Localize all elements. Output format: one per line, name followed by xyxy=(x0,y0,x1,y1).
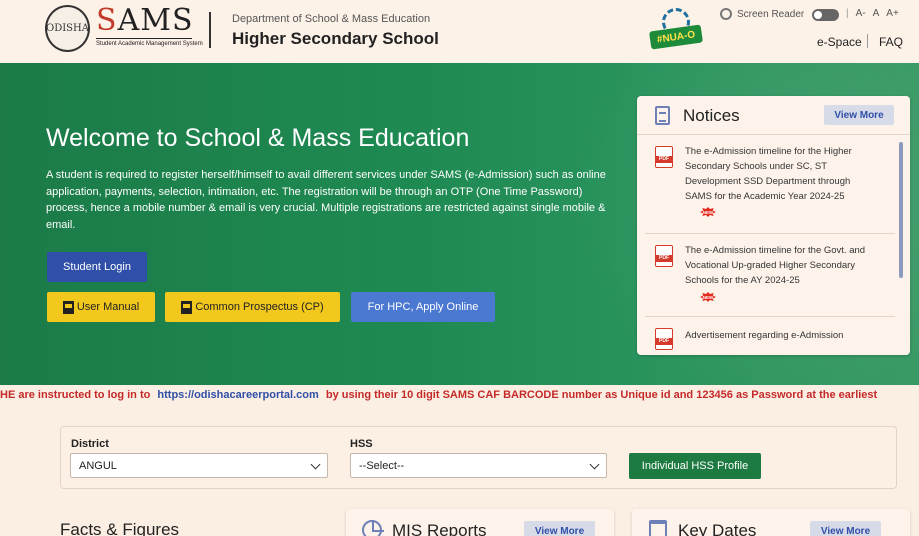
nuao-logo: #NUA-O xyxy=(649,8,703,50)
pdf-icon xyxy=(181,300,193,314)
hero-title: Welcome to School & Mass Education xyxy=(46,124,470,152)
department-name: Department of School & Mass Education xyxy=(232,13,431,25)
notice-item[interactable]: The e-Admission timeline for the Higher … xyxy=(645,138,895,234)
logo-s: S xyxy=(96,3,118,38)
announcement-marquee: HE are instructed to log in to https://o… xyxy=(0,389,919,403)
site-header: ODISHA SAMS Student Academic Management … xyxy=(0,0,919,63)
individual-hss-profile-button[interactable]: Individual HSS Profile xyxy=(629,453,761,479)
document-icon xyxy=(655,106,670,125)
header-divider xyxy=(209,12,211,48)
chart-icon xyxy=(362,520,384,536)
new-badge: NEW xyxy=(700,207,716,217)
notices-panel: Notices View More The e-Admission timeli… xyxy=(637,96,910,355)
common-prospectus-button[interactable]: Common Prospectus (CP) xyxy=(165,292,340,322)
key-dates-card: Key Dates View More xyxy=(632,509,910,536)
pdf-icon xyxy=(655,328,673,350)
pdf-icon xyxy=(655,146,673,168)
notices-title: Notices xyxy=(683,106,740,125)
hss-label: HSS xyxy=(350,438,373,450)
notice-text: The e-Admission timeline for the Higher … xyxy=(685,146,852,202)
notice-text: Advertisement regarding e-Admission xyxy=(685,330,844,341)
calendar-icon xyxy=(649,520,667,536)
emblem-icon: ODISHA xyxy=(45,5,90,52)
hss-profile-label: Individual HSS Profile xyxy=(641,460,749,472)
font-size-controls: | A- A A+ xyxy=(846,8,899,19)
notice-item[interactable]: Advertisement regarding e-Admission xyxy=(645,320,895,354)
notices-scrollbar[interactable] xyxy=(899,142,903,278)
facts-figures-title: Facts & Figures xyxy=(60,520,180,536)
district-label: District xyxy=(71,438,109,450)
user-manual-button[interactable]: User Manual xyxy=(47,292,155,322)
screen-reader-toggle[interactable] xyxy=(812,9,839,21)
pdf-icon xyxy=(62,300,74,314)
hss-select[interactable]: --Select-- xyxy=(350,453,607,478)
logo-rest: AMS xyxy=(117,3,194,38)
hpc-apply-label: For HPC, Apply Online xyxy=(367,301,479,313)
marquee-text-before: HE are instructed to log in to xyxy=(0,389,151,401)
marquee-text-after: by using their 10 digit SAMS CAF BARCODE… xyxy=(325,389,878,401)
nuao-label: #NUA-O xyxy=(649,24,703,50)
logo-subtitle: Student Academic Management System xyxy=(96,38,203,47)
student-login-label: Student Login xyxy=(63,261,131,273)
font-normal-button[interactable]: A xyxy=(873,8,880,19)
hpc-apply-button[interactable]: For HPC, Apply Online xyxy=(351,292,495,322)
mis-reports-title: MIS Reports xyxy=(392,521,487,536)
notices-view-more-button[interactable]: View More xyxy=(824,105,894,125)
user-manual-label: User Manual xyxy=(76,301,140,313)
career-portal-link[interactable]: https://odishacareerportal.com xyxy=(157,389,318,401)
new-badge: NEW xyxy=(700,292,716,302)
district-value: ANGUL xyxy=(79,459,117,472)
notice-text: The e-Admission timeline for the Govt. a… xyxy=(685,245,866,286)
notice-item[interactable]: The e-Admission timeline for the Govt. a… xyxy=(645,237,895,317)
mis-reports-card: MIS Reports View More xyxy=(346,509,614,536)
screen-reader-icon xyxy=(720,8,732,20)
emblem-text: ODISHA xyxy=(46,23,89,34)
hero-intro: A student is required to register hersel… xyxy=(46,169,606,231)
student-login-button[interactable]: Student Login xyxy=(47,252,147,282)
district-select[interactable]: ANGUL xyxy=(70,453,328,478)
chevron-down-icon xyxy=(589,459,600,470)
notices-header: Notices View More xyxy=(637,96,910,135)
pdf-icon xyxy=(655,245,673,267)
key-dates-title: Key Dates xyxy=(678,521,757,536)
font-sep: | xyxy=(846,8,849,19)
logo-text: SAMS xyxy=(96,3,194,38)
school-type-title: Higher Secondary School xyxy=(232,29,439,48)
key-dates-view-more-button[interactable]: View More xyxy=(810,521,881,536)
chevron-down-icon xyxy=(310,459,321,470)
hss-filter-panel: District ANGUL HSS --Select-- Individual… xyxy=(60,426,897,489)
font-increase-button[interactable]: A+ xyxy=(886,8,899,19)
font-decrease-button[interactable]: A- xyxy=(856,8,866,19)
espace-link[interactable]: e-Space xyxy=(817,35,862,49)
common-prospectus-label: Common Prospectus (CP) xyxy=(195,301,324,313)
sams-logo[interactable]: SAMS Student Academic Management System xyxy=(96,3,203,47)
screen-reader[interactable]: Screen Reader xyxy=(720,8,804,20)
nav-divider xyxy=(867,34,868,48)
mis-view-more-button[interactable]: View More xyxy=(524,521,595,536)
hss-value: --Select-- xyxy=(359,459,405,472)
faq-link[interactable]: FAQ xyxy=(879,35,903,49)
screen-reader-label: Screen Reader xyxy=(737,8,805,20)
